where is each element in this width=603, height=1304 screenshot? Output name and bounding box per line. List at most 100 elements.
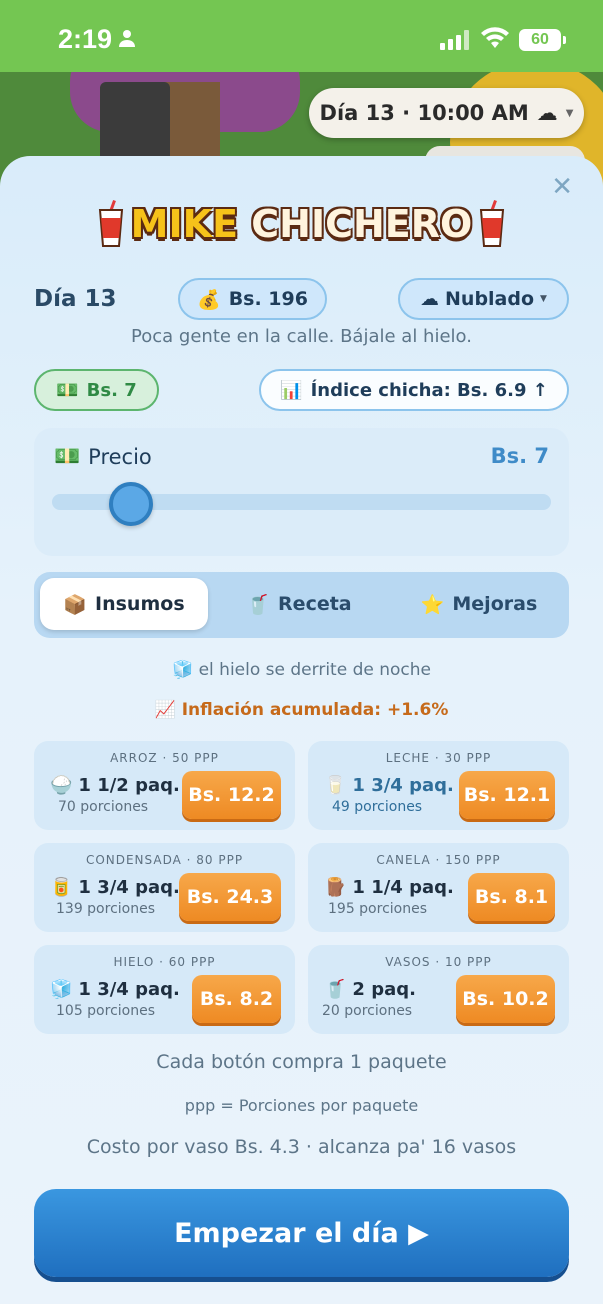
summary-row: Día 13 💰 Bs. 196 ☁ Nublado ▼ [34,278,569,322]
supply-card-canela: CANELA · 150 PPP 🪵 1 1/4 paq. 195 porcion… [308,843,569,932]
cloud-icon: ☁ [536,101,558,125]
day-label: Día 13 [34,286,117,312]
cloud-icon: ☁ [420,288,440,310]
chicha-cup-icon [480,200,505,247]
tab-receta[interactable]: 🥤 Receta [224,578,374,630]
logo-word-2: CHICHERO [251,202,473,246]
cup-icon: 🥤 [246,593,271,616]
chevron-down-icon: ▼ [565,107,574,119]
rice-icon: 🍚 [50,775,73,796]
price-label-group: 💵 Precio [54,444,152,469]
supply-qty: 🍚 1 1/2 paq. [50,775,180,796]
supply-qty: 🥫 1 3/4 paq. [50,877,180,898]
tab-mejoras[interactable]: ⭐ Mejoras [404,578,554,630]
money-bag-icon: 💰 [197,288,221,311]
weather-dropdown[interactable]: ☁ Nublado ▼ [398,278,569,320]
supply-qty: 🪵 1 1/4 paq. [324,877,454,898]
ppp-legend: ppp = Porciones por paquete [184,1096,419,1115]
supply-portions: 195 porciones [328,901,428,917]
buy-condensada-button[interactable]: Bs. 24.3 [179,873,281,921]
buy-leche-button[interactable]: Bs. 12.1 [459,771,555,819]
chicha-cup-icon [98,200,123,247]
supply-qty: 🥛 1 3/4 paq. [324,775,454,796]
supply-head: VASOS · 10 PPP [385,955,492,969]
inflation-note: 📈 Inflación acumulada: +1.6% [0,700,603,720]
price-slider-knob[interactable] [108,482,153,526]
ice-note-text: el hielo se derrite de noche [198,660,431,680]
inflation-text: Inflación acumulada: +1.6% [181,700,449,720]
supply-head: LECHE · 30 PPP [385,751,492,765]
banknote-icon: 💵 [56,379,79,401]
cost-summary: Costo por vaso Bs. 4.3 · alcanza pa' 16 … [86,1136,517,1158]
start-day-button[interactable]: Empezar el día ▶ [34,1189,569,1277]
clock: 2:19 [58,24,113,54]
supply-portions: 105 porciones [56,1003,156,1019]
price-label: Precio [88,444,152,469]
supply-card-vasos: VASOS · 10 PPP 🥤 2 paq. 20 porciones Bs. … [308,945,569,1034]
supply-head: ARROZ · 50 PPP [110,751,219,765]
supply-portions: 49 porciones [332,799,423,815]
person-icon [119,30,135,47]
tab-label: Receta [278,593,352,615]
logo-word-1: MIKE [130,202,239,246]
supply-card-arroz: ARROZ · 50 PPP 🍚 1 1/2 paq. 70 porciones … [34,741,295,830]
buy-hielo-button[interactable]: Bs. 8.2 [192,975,281,1023]
logo-title: MIKE CHICHERO [131,202,473,246]
purchase-note: Cada botón compra 1 paquete [156,1051,447,1073]
weather-hint: Poca gente en la calle. Bájale al hielo. [131,326,472,347]
cup-icon: 🥤 [324,979,347,1000]
price-card: 💵 Precio Bs. 7 [34,428,569,556]
supply-qty: 🥤 2 paq. [324,979,416,1000]
money-badge: 💰 Bs. 196 [178,278,327,320]
milk-icon: 🥛 [324,775,347,796]
star-icon: ⭐ [420,593,445,616]
battery-icon: 60 [519,29,566,51]
supply-portions: 139 porciones [56,901,156,917]
supply-qty-value: 2 paq. [352,979,416,1000]
cinnamon-icon: 🪵 [324,877,347,898]
ice-note: 🧊 el hielo se derrite de noche [0,660,603,680]
money-value: Bs. 196 [228,288,308,310]
close-icon[interactable]: ✕ [551,172,573,202]
tab-insumos[interactable]: 📦 Insumos [40,578,208,630]
buy-canela-button[interactable]: Bs. 8.1 [468,873,555,921]
can-icon: 🥫 [50,877,73,898]
supply-qty: 🧊 1 3/4 paq. [50,979,180,1000]
trend-up-icon: 📈 [154,700,176,720]
current-price-value: Bs. 7 [86,379,137,401]
game-logo: MIKE CHICHERO [0,200,603,248]
supply-head: HIELO · 60 PPP [113,955,216,969]
weather-label: Nublado [445,288,535,310]
tab-label: Mejoras [452,593,538,615]
supply-qty-value: 1 3/4 paq. [352,775,454,796]
chart-icon: 📊 [280,379,303,401]
buy-arroz-button[interactable]: Bs. 12.2 [182,771,281,819]
supply-card-leche: LECHE · 30 PPP 🥛 1 3/4 paq. 49 porciones … [308,741,569,830]
supply-head: CANELA · 150 PPP [376,853,501,867]
tab-label: Insumos [95,593,185,615]
supply-qty-value: 1 3/4 paq. [78,877,180,898]
supply-card-hielo: HIELO · 60 PPP 🧊 1 3/4 paq. 105 porciones… [34,945,295,1034]
wifi-icon [481,27,509,48]
current-price-badge: 💵 Bs. 7 [34,369,159,411]
supply-portions: 70 porciones [58,799,149,815]
price-value: Bs. 7 [490,444,549,468]
chicha-index-badge: 📊 Índice chicha: Bs. 6.9 ↑ [259,369,569,411]
status-bar: 2:19 60 [0,0,603,72]
supply-card-condensada: CONDENSADA · 80 PPP 🥫 1 3/4 paq. 139 porc… [34,843,295,932]
chevron-down-icon: ▼ [540,294,547,304]
supply-qty-value: 1 3/4 paq. [78,979,180,1000]
package-icon: 📦 [63,593,88,616]
ice-icon: 🧊 [172,660,194,680]
shop-modal: ✕ MIKE CHICHERO Día 13 💰 Bs. 196 ☁ Nubla… [0,156,603,1304]
supply-qty-value: 1 1/2 paq. [78,775,180,796]
ice-icon: 🧊 [50,979,73,1000]
day-time-pill[interactable]: Día 13 · 10:00 AM ☁ ▼ [309,88,584,138]
supply-qty-value: 1 1/4 paq. [352,877,454,898]
signal-icon [440,30,469,50]
banknote-icon: 💵 [54,444,81,468]
tab-bar: 📦 Insumos 🥤 Receta ⭐ Mejoras [34,572,569,638]
supply-portions: 20 porciones [322,1003,413,1019]
buy-vasos-button[interactable]: Bs. 10.2 [456,975,555,1023]
chicha-index-value: Índice chicha: Bs. 6.9 ↑ [310,379,548,401]
